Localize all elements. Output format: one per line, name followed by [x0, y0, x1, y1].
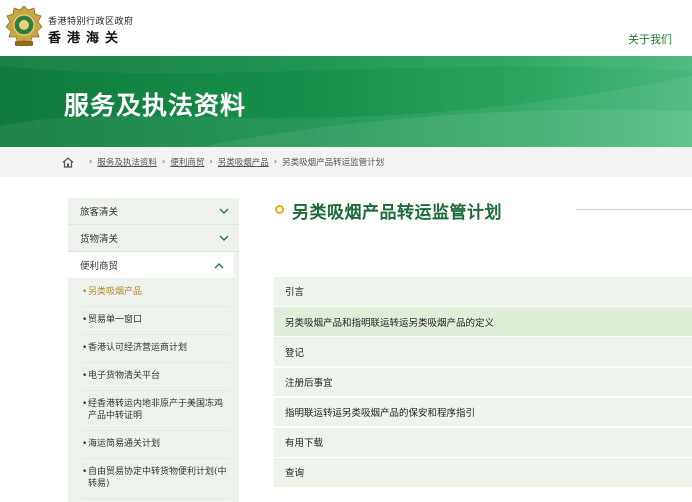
chevron-down-icon: [219, 208, 229, 214]
section-registration[interactable]: 登记: [274, 337, 692, 367]
breadcrumb-separator: ›: [209, 157, 213, 167]
title-divider: [576, 209, 692, 210]
sidebar-submenu: • 另类吸烟产品 • 贸易单一窗口 • 香港认可经济营运商计划 • 电子货物清关平台 •…: [68, 279, 239, 499]
site-header: 香港特别行政区政府 香港海关 关于我们: [0, 0, 692, 56]
sidebar-item-passenger-clearance[interactable]: 旅客清关: [68, 198, 239, 225]
breadcrumb-current: 另类吸烟产品转运监管计划: [282, 158, 385, 168]
breadcrumb-separator: ›: [161, 157, 166, 167]
chevron-up-icon: [214, 262, 224, 268]
section-introduction[interactable]: 引言: [274, 277, 692, 306]
page-title: 另类吸烟产品转运监管计划: [292, 203, 502, 223]
sidebar-subitem-alt-smoking[interactable]: • 另类吸烟产品: [82, 279, 229, 307]
sidebar-subitem-single-window[interactable]: • 贸易单一窗口: [82, 307, 229, 335]
section-security-guidelines[interactable]: 指明联运转运另类吸烟产品的保安和程序指引: [274, 397, 692, 427]
sidebar-item-label: 便利商贸: [80, 261, 119, 272]
sidebar-subitem-fta-transhipment[interactable]: • 自由贸易协定中转货物便利计划(中转易): [82, 459, 229, 499]
org-name-small: 香港特别行政区政府: [48, 17, 134, 27]
breadcrumb-item-alt-smoking[interactable]: 另类吸烟产品: [218, 156, 269, 168]
breadcrumb-separator: ›: [89, 157, 93, 167]
breadcrumb-separator: ›: [273, 157, 278, 167]
about-us-link[interactable]: 关于我们: [628, 31, 672, 47]
sidebar-item-trade-facilitation[interactable]: 便利商贸: [68, 252, 234, 279]
home-icon[interactable]: [62, 156, 74, 168]
sidebar-item-label: 货物清关: [80, 234, 119, 245]
section-accordion: 引言 另类吸烟产品和指明联运转运另类吸烟产品的定义 登记 注册后事宜 指明联运转…: [274, 277, 692, 488]
sidebar-subitem-cargo-platform[interactable]: • 电子货物清关平台: [82, 363, 229, 391]
org-name-big: 香港海关: [48, 31, 125, 46]
section-post-registration[interactable]: 注册后事宜: [274, 367, 692, 397]
section-enquiries[interactable]: 查询: [274, 458, 692, 487]
customs-emblem-logo[interactable]: [4, 4, 44, 48]
sidebar-subitem-chicken-certificate[interactable]: • 经香港转运内地非原产于美国冻鸡产品中转证明: [82, 391, 229, 431]
page-title-row: 另类吸烟产品转运监管计划: [262, 190, 692, 230]
page-banner: 服务及执法资料: [0, 56, 692, 147]
sidebar-nav: 旅客清关 货物清关 便利商贸 • 另类吸烟产品 • 贸易单一窗口 • 香港认可经济营运…: [68, 198, 239, 502]
breadcrumb: › 服务及执法资料 › 便利商贸 › 另类吸烟产品 › 另类吸烟产品转运监管计划: [0, 147, 692, 177]
chevron-down-icon: [219, 235, 229, 241]
section-definitions[interactable]: 另类吸烟产品和指明联运转运另类吸烟产品的定义: [274, 307, 692, 336]
sidebar-item-label: 旅客清关: [80, 207, 119, 218]
section-downloads[interactable]: 有用下载: [274, 427, 692, 457]
breadcrumb-item-services[interactable]: 服务及执法资料: [97, 156, 157, 168]
title-ring-icon: [275, 205, 284, 214]
breadcrumb-item-trade-facilitation[interactable]: 便利商贸: [170, 156, 204, 168]
banner-title: 服务及执法资料: [64, 91, 247, 120]
sidebar-item-cargo-clearance[interactable]: 货物清关: [68, 225, 239, 252]
sidebar-subitem-sea-clearance[interactable]: • 海运简易通关计划: [82, 431, 229, 459]
sidebar-subitem-aeo[interactable]: • 香港认可经济营运商计划: [82, 335, 229, 363]
